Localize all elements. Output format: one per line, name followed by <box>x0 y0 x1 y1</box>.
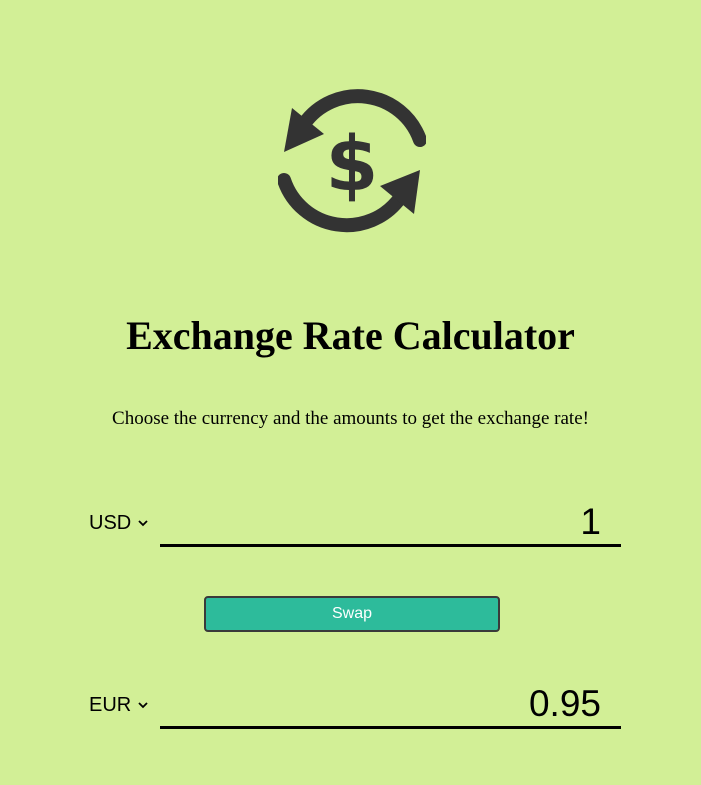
from-amount-value: 1 <box>580 501 601 542</box>
from-currency-code: USD <box>89 511 132 534</box>
page-title: Exchange Rate Calculator <box>126 313 575 358</box>
from-currency-row: USD 1 <box>84 500 621 547</box>
to-currency-code: EUR <box>89 693 132 716</box>
svg-text:$: $ <box>326 119 379 208</box>
to-currency-row: EUR 0.95 <box>84 682 621 729</box>
to-amount-value: 0.95 <box>528 683 601 724</box>
from-currency-select[interactable]: USD <box>84 508 160 538</box>
chevron-down-icon <box>138 702 148 709</box>
swap-button[interactable]: Swap <box>204 596 500 632</box>
to-amount-input[interactable]: 0.95 <box>160 682 621 729</box>
page-subtitle: Choose the currency and the amounts to g… <box>112 408 589 429</box>
currency-exchange-icon: $ <box>277 82 427 238</box>
to-currency-select[interactable]: EUR <box>84 690 160 720</box>
from-amount-input[interactable]: 1 <box>160 500 621 547</box>
chevron-down-icon <box>138 520 148 527</box>
